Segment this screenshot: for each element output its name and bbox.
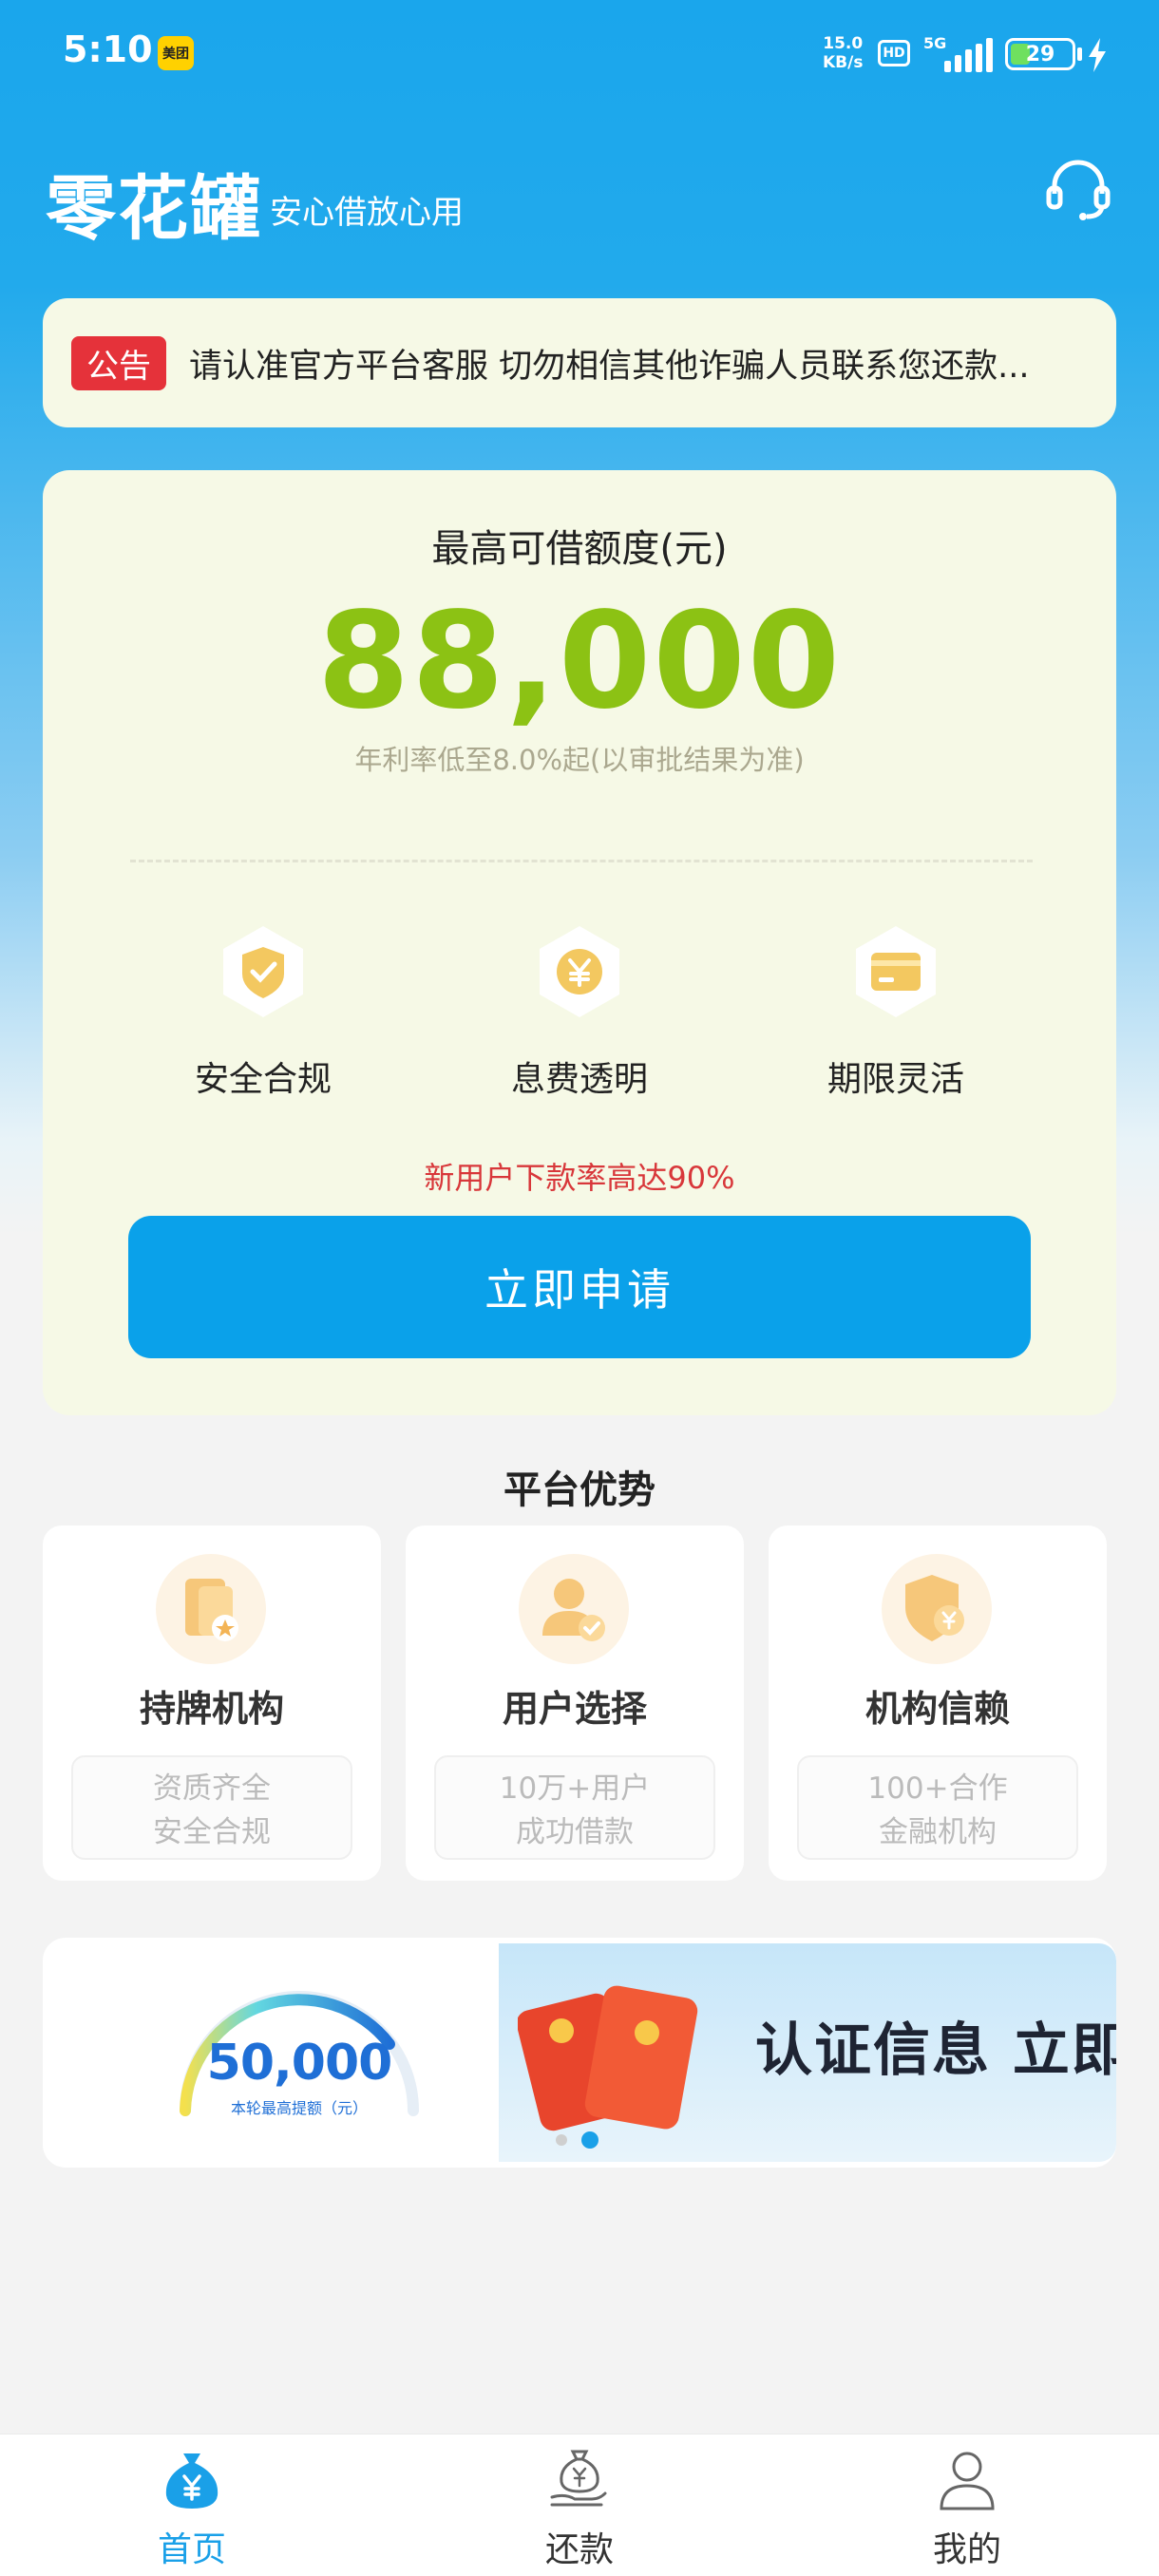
loan-card: 最高可借额度(元) 88,000 年利率低至8.0%起(以审批结果为准) 安全合… <box>43 470 1116 1415</box>
carousel-dot <box>556 2134 567 2146</box>
red-envelope-icon <box>518 1985 698 2131</box>
tab-home[interactable]: 首页 <box>97 2446 287 2571</box>
charging-icon <box>1089 38 1106 72</box>
shield-yen-icon <box>882 1554 992 1664</box>
app-slogan: 安心借放心用 <box>270 194 464 232</box>
status-time: 5:10 <box>63 28 153 70</box>
card-icon <box>856 926 936 1017</box>
network-type: 5G <box>923 34 947 52</box>
advantage-name: 机构信赖 <box>864 1688 1010 1730</box>
tab-repay[interactable]: 还款 <box>484 2446 674 2571</box>
gauge-label: 本轮最高提额（元） <box>230 2099 368 2117</box>
feature-label: 息费透明 <box>510 1060 648 1099</box>
battery-cap <box>1077 47 1082 61</box>
money-bag-icon <box>165 2453 218 2509</box>
tab-label: 我的 <box>932 2530 1001 2569</box>
feature-label: 安全合规 <box>194 1060 332 1099</box>
yen-hexagon-icon <box>540 926 619 1017</box>
advantage-card-users: 用户选择 10万+用户 成功借款 <box>406 1525 744 1881</box>
notice-bar[interactable]: 公告 请认准官方平台客服 切勿相信其他诈骗人员联系您还款... <box>43 298 1116 427</box>
repay-hand-icon <box>550 2450 607 2507</box>
gauge-value: 50,000 <box>206 2035 393 2092</box>
advantage-desc-line: 100+合作 <box>867 1771 1008 1806</box>
feature-security: 安全合规 <box>149 924 377 1101</box>
feature-transparent-fees: 息费透明 <box>466 924 694 1101</box>
advantage-desc: 资质齐全 安全合规 <box>71 1755 352 1860</box>
advantage-desc-line: 10万+用户 <box>499 1771 651 1806</box>
user-icon <box>940 2452 995 2510</box>
promo-text: 新用户下款率高达90% <box>424 1160 735 1196</box>
status-bar: 5:10 美团 15.0 KB/s HD 5G 29 <box>0 0 1159 104</box>
tab-mine[interactable]: 我的 <box>872 2446 1062 2571</box>
feature-label: 期限灵活 <box>826 1060 964 1099</box>
advantage-card-trusted: 机构信赖 100+合作 金融机构 <box>769 1525 1107 1881</box>
headset-icon[interactable] <box>1045 156 1112 222</box>
advantages-title: 平台优势 <box>504 1468 656 1512</box>
signal-icon: 5G <box>923 34 993 72</box>
network-speed-value: 15.0 <box>823 34 864 53</box>
meituan-notification-icon: 美团 <box>158 36 194 70</box>
advantage-card-licensed: 持牌机构 资质齐全 安全合规 <box>43 1525 381 1881</box>
tab-label: 首页 <box>157 2530 226 2569</box>
carousel-dot-active <box>581 2131 598 2149</box>
advantage-desc-line: 资质齐全 <box>153 1771 271 1806</box>
advantage-desc-line: 安全合规 <box>153 1815 271 1849</box>
network-speed-unit: KB/s <box>823 53 864 72</box>
banner-slide-verify[interactable]: 认证信息 立即 <box>499 1943 1116 2162</box>
shield-check-icon <box>223 926 303 1017</box>
notice-text: 请认准官方平台客服 切勿相信其他诈骗人员联系您还款... <box>189 347 1030 386</box>
advantage-desc: 100+合作 金融机构 <box>797 1755 1078 1860</box>
divider <box>130 860 1033 862</box>
user-check-icon <box>519 1554 629 1664</box>
feature-flexible-term: 期限灵活 <box>782 924 1010 1101</box>
license-icon <box>156 1554 266 1664</box>
tab-label: 还款 <box>544 2530 614 2569</box>
carousel-indicator <box>513 2131 608 2150</box>
rate-note: 年利率低至8.0%起(以审批结果为准) <box>354 744 805 776</box>
advantage-name: 用户选择 <box>502 1688 647 1730</box>
advantage-name: 持牌机构 <box>139 1688 284 1730</box>
credit-gauge: 50,000 本轮最高提额（元） <box>166 1978 432 2130</box>
hd-icon: HD <box>878 40 910 66</box>
network-speed: 15.0 KB/s <box>823 34 863 72</box>
banner-slide-text: 认证信息 立即 <box>755 2017 1116 2084</box>
notice-tag: 公告 <box>71 335 166 390</box>
battery-level: 29 <box>1025 42 1055 66</box>
advantage-desc-line: 金融机构 <box>879 1815 997 1849</box>
advantage-desc-line: 成功借款 <box>516 1815 634 1849</box>
limit-amount: 88,000 <box>316 584 843 739</box>
app-title: 零花罐 <box>46 168 262 250</box>
limit-label: 最高可借额度(元) <box>431 527 728 571</box>
battery-icon: 29 <box>1005 38 1075 70</box>
advantage-desc: 10万+用户 成功借款 <box>434 1755 715 1860</box>
apply-now-button[interactable]: 立即申请 <box>128 1216 1031 1358</box>
bottom-tab-bar: 首页 还款 我的 <box>0 2434 1159 2576</box>
